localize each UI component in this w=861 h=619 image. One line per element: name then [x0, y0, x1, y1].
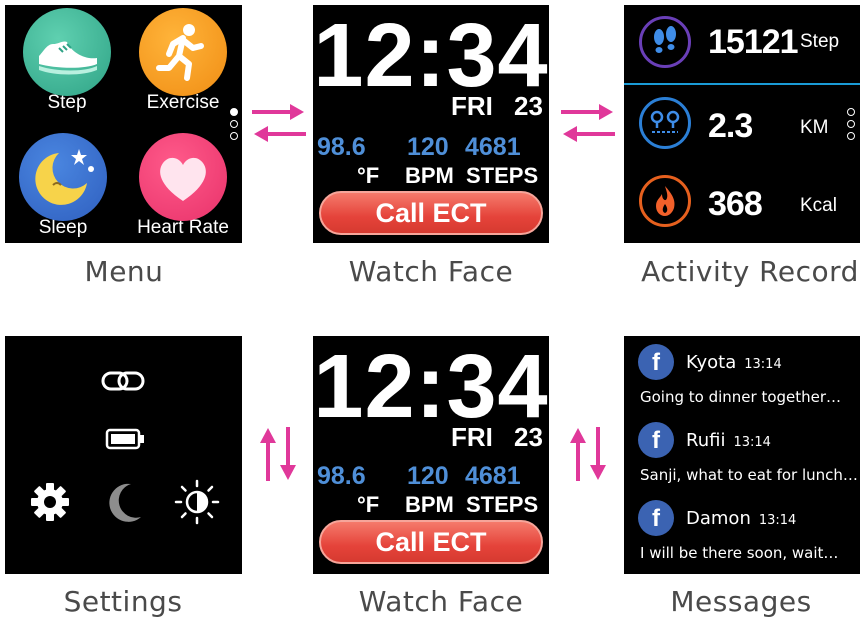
flame-icon — [639, 175, 691, 227]
facebook-icon: f — [638, 344, 674, 380]
app-sleep[interactable]: Sleep — [7, 133, 119, 239]
swipe-arrows-icon — [252, 104, 306, 142]
distance-value: 2.3 — [708, 107, 753, 145]
message-time: 13:14 — [758, 513, 797, 528]
swipe-vertical-arrows-icon — [570, 427, 606, 481]
watch-face-screen: 12:34 FRI 23 98.6 120 4681 °F BPM STEPS … — [313, 336, 549, 574]
caption-watch-face: Watch Face — [348, 255, 514, 288]
weekday: FRI — [451, 422, 493, 452]
app-exercise[interactable]: Exercise — [127, 8, 239, 114]
moon-stars-icon — [19, 133, 107, 221]
calories-unit: Kcal — [800, 195, 837, 216]
message-sender: Rufii 13:14 — [686, 430, 771, 451]
activity-row-steps[interactable]: 15121 Step — [624, 5, 860, 81]
caption-activity-record: Activity Record — [641, 255, 859, 288]
activity-row-calories[interactable]: 368 Kcal — [624, 165, 860, 241]
temperature-unit: °F — [357, 492, 380, 517]
caption-settings: Settings — [63, 585, 183, 618]
weekday: FRI — [451, 91, 493, 121]
caption-menu: Menu — [84, 255, 164, 288]
running-person-icon — [139, 8, 227, 96]
page-indicator — [230, 108, 238, 144]
clock-time: 12:34 — [313, 337, 549, 437]
menu-screen: Step Exercise Sleep Heart Rate — [5, 5, 242, 243]
steps-unit: STEPS — [466, 492, 539, 517]
bpm-unit: BPM — [405, 492, 454, 517]
message-time: 13:14 — [733, 435, 771, 450]
battery-icon[interactable] — [105, 428, 145, 450]
steps-value: 4681 — [465, 133, 521, 161]
temperature-unit: °F — [357, 163, 380, 188]
facebook-icon: f — [638, 422, 674, 458]
page-dot — [230, 120, 238, 128]
message-text: Sanji, what to eat for lunch… — [640, 466, 858, 484]
steps-value: 4681 — [465, 462, 521, 490]
message-text: Going to dinner together… — [640, 388, 842, 406]
swipe-arrows-icon — [561, 104, 615, 142]
row-divider — [624, 83, 860, 85]
call-ect-button[interactable]: Call ECT — [319, 520, 543, 564]
message-time: 13:14 — [744, 357, 782, 372]
facebook-icon: f — [638, 500, 674, 536]
caption-watch-face: Watch Face — [358, 585, 524, 618]
temperature-value: 98.6 — [317, 462, 366, 490]
sender-name: Rufii — [686, 430, 726, 451]
activity-record-screen: 15121 Step 2.3 KM 368 Kcal — [624, 5, 860, 243]
distance-unit: KM — [800, 117, 829, 138]
swipe-vertical-arrows-icon — [260, 427, 296, 481]
call-ect-button[interactable]: Call ECT — [319, 191, 543, 235]
bpm-value: 120 — [407, 133, 449, 161]
link-icon[interactable] — [100, 368, 146, 394]
page-dot — [847, 120, 855, 128]
page-dot — [847, 108, 855, 116]
watch-face-screen: 12:34 FRI 23 98.6 120 4681 °F BPM STEPS … — [313, 5, 549, 243]
date: 23 — [514, 422, 543, 452]
brightness-icon[interactable] — [173, 478, 221, 526]
steps-unit: STEPS — [466, 163, 539, 188]
settings-screen — [5, 336, 242, 574]
footprints-icon — [639, 16, 691, 68]
route-icon — [639, 97, 691, 149]
app-heart-rate[interactable]: Heart Rate — [127, 133, 239, 239]
shoe-icon — [23, 8, 111, 96]
page-indicator — [847, 108, 855, 144]
caption-messages: Messages — [670, 585, 812, 618]
clock-time: 12:34 — [313, 6, 549, 106]
calories-value: 368 — [708, 185, 763, 223]
app-step[interactable]: Step — [11, 8, 123, 114]
activity-row-distance[interactable]: 2.3 KM — [624, 87, 860, 163]
page-dot — [230, 132, 238, 140]
page-dot — [847, 132, 855, 140]
steps-unit: Step — [800, 31, 840, 52]
sender-name: Kyota — [686, 352, 737, 373]
message-sender: Kyota 13:14 — [686, 352, 782, 373]
heart-icon — [139, 133, 227, 221]
bpm-value: 120 — [407, 462, 449, 490]
temperature-value: 98.6 — [317, 133, 366, 161]
date: 23 — [514, 91, 543, 121]
message-sender: Damon 13:14 — [686, 508, 796, 529]
moon-icon[interactable] — [105, 481, 145, 523]
gear-icon[interactable] — [29, 481, 71, 523]
messages-screen: f Kyota 13:14 Going to dinner together… f… — [624, 336, 860, 574]
message-text: I will be there soon, wait… — [640, 544, 839, 562]
page-dot — [230, 108, 238, 116]
sender-name: Damon — [686, 508, 751, 529]
bpm-unit: BPM — [405, 163, 454, 188]
steps-count: 15121 — [708, 23, 799, 61]
